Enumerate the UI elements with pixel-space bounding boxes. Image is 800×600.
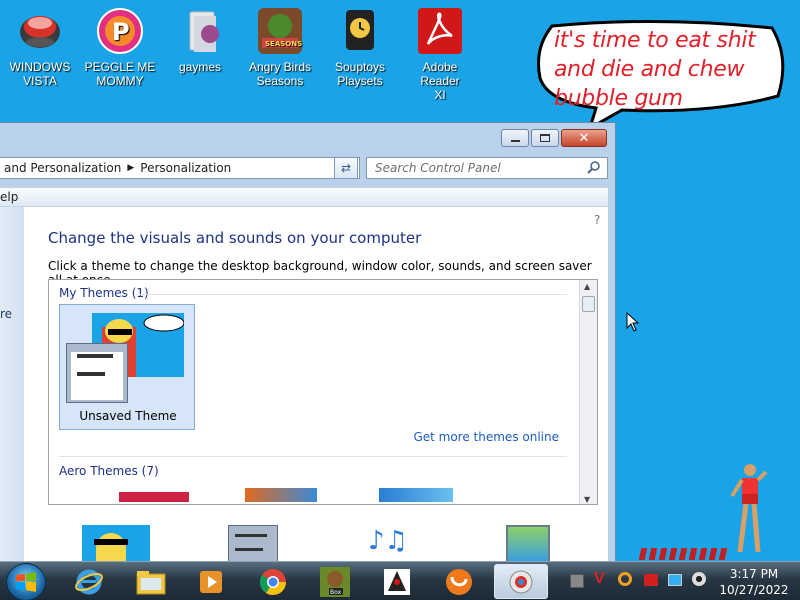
tray-icon-search-icon[interactable] [618, 572, 632, 586]
taskbar-clock[interactable]: 3:17 PM 10/27/2022 [712, 566, 796, 598]
dancer-figure-image [730, 464, 768, 553]
desktop-icon-label: WINDOWS VISTA [9, 60, 71, 88]
desktop-icon-windows-vista[interactable]: WINDOWS VISTA [2, 6, 78, 88]
adobe-reader-icon [416, 6, 464, 56]
control-panel-window: ✕ and Personalization ▶ Personalization … [0, 122, 616, 563]
maximize-icon [540, 134, 550, 142]
windows-start-icon [16, 572, 36, 592]
breadcrumb-item[interactable]: and Personalization [4, 161, 121, 175]
svg-text:P: P [112, 18, 130, 46]
scroll-up-icon[interactable]: ▲ [584, 282, 590, 291]
desktop-background-icon[interactable] [82, 525, 150, 563]
theme-tile-unsaved[interactable]: Unsaved Theme [59, 304, 195, 430]
svg-text:SEASONS: SEASONS [265, 40, 302, 48]
vista-orb-icon [16, 6, 64, 56]
media-player-icon [200, 570, 222, 593]
group-label-aero-themes: Aero Themes (7) [59, 464, 159, 478]
internet-explorer-icon [75, 569, 103, 594]
window-color-icon[interactable] [228, 525, 278, 563]
clock-date: 10/27/2022 [719, 583, 789, 597]
animated-figure [726, 462, 774, 562]
taskbar-control-panel[interactable] [494, 564, 548, 599]
speech-bubble: it's time to eat shit and die and chew b… [532, 18, 788, 130]
desktop-icon-peggle[interactable]: P PEGGLE ME MOMMY [82, 6, 158, 88]
taskbar-media-player[interactable] [186, 564, 236, 599]
group-divider [139, 294, 567, 295]
theme-window-preview [66, 343, 128, 403]
java-duke-icon [384, 568, 410, 595]
tray-icon-display-icon[interactable] [668, 574, 682, 586]
aero-theme-thumb[interactable] [245, 488, 317, 502]
group-label-my-themes: My Themes (1) [59, 286, 149, 300]
breadcrumb-separator-icon[interactable]: ▶ [127, 163, 134, 173]
taskbar-internet-explorer[interactable] [64, 564, 114, 599]
svg-text:Box: Box [330, 589, 342, 596]
tray-icon-puzzle-icon[interactable] [570, 574, 584, 588]
menu-bar: elp [0, 187, 608, 207]
start-button[interactable] [6, 563, 46, 600]
souptoys-icon [336, 6, 384, 56]
control-panel-personalization-icon [509, 570, 533, 593]
taskbar-java[interactable] [372, 564, 422, 599]
taskbar-chrome[interactable] [248, 564, 298, 599]
group-divider [59, 456, 567, 457]
left-pane-link[interactable]: re [0, 307, 12, 321]
chrome-icon [259, 568, 287, 595]
speech-bubble-text: it's time to eat shit and die and chew b… [554, 28, 756, 111]
file-explorer-icon [136, 570, 166, 594]
desktop-decoration-text [638, 548, 728, 560]
theme-name: Unsaved Theme [79, 409, 177, 423]
desktop-icon-label: PEGGLE ME MOMMY [84, 60, 156, 88]
aero-theme-thumb[interactable] [379, 488, 453, 502]
taskbar-uc-browser[interactable] [434, 564, 484, 599]
tray-icon-antivirus-icon[interactable]: V [594, 570, 605, 588]
scrollbar-thumb[interactable] [582, 296, 595, 312]
tray-icon-flag-icon[interactable] [644, 574, 658, 586]
sounds-icon[interactable]: ♪♫ [368, 525, 418, 563]
mouse-cursor-icon [626, 311, 640, 335]
maximize-button[interactable] [531, 129, 559, 147]
search-input[interactable]: Search Control Panel [366, 157, 608, 179]
themes-list: My Themes (1) Unsaved Theme Get more the… [48, 279, 598, 505]
get-more-themes-link[interactable]: Get more themes online [413, 430, 559, 444]
clock-time: 3:17 PM [729, 567, 779, 581]
close-icon: ✕ [578, 130, 590, 146]
desktop-icon-label: gaymes [178, 60, 222, 74]
menu-help[interactable]: elp [0, 190, 18, 204]
taskbar-box-game[interactable]: Box [310, 564, 360, 599]
help-icon[interactable]: ? [594, 213, 600, 227]
search-icon[interactable] [587, 160, 601, 177]
themes-scrollbar[interactable]: ▲ ▼ [579, 280, 597, 504]
address-bar[interactable]: and Personalization ▶ Personalization ▼ [0, 157, 360, 179]
aero-theme-thumb[interactable] [119, 492, 189, 502]
desktop-icon-label: Adobe Reader XI [420, 60, 460, 102]
screen-saver-icon[interactable] [506, 525, 550, 563]
box-game-icon: Box [320, 566, 350, 597]
desktop-icon-adobe-reader[interactable]: Adobe Reader XI [402, 6, 478, 102]
desktop-icon-gaymes[interactable]: gaymes [162, 6, 238, 74]
search-placeholder: Search Control Panel [375, 161, 501, 175]
minimize-icon [510, 139, 520, 142]
close-button[interactable]: ✕ [561, 129, 607, 147]
desktop-icon-label: Angry Birds Seasons [248, 60, 312, 88]
content-area: re ? Change the visuals and sounds on yo… [0, 207, 608, 563]
peggle-icon: P [96, 6, 144, 56]
window-controls: ✕ [501, 129, 607, 147]
folder-icon [176, 6, 224, 56]
taskbar-file-explorer[interactable] [126, 564, 176, 599]
minimize-button[interactable] [501, 129, 529, 147]
tray-icon-volume-icon[interactable] [692, 572, 706, 586]
uc-browser-icon [446, 568, 472, 595]
scroll-down-icon[interactable]: ▼ [584, 495, 590, 504]
desktop-icon-souptoys[interactable]: Souptoys Playsets [322, 6, 398, 88]
angry-birds-icon: SEASONS [256, 6, 304, 56]
breadcrumb-item[interactable]: Personalization [140, 161, 231, 175]
left-pane: re [0, 207, 24, 563]
refresh-icon: ⇄ [340, 161, 352, 175]
page-title: Change the visuals and sounds on your co… [48, 229, 422, 247]
desktop-icon-label: Souptoys Playsets [334, 60, 386, 88]
taskbar: Box V 3:17 PM 10/27/2022 [0, 561, 800, 600]
refresh-button[interactable]: ⇄ [334, 157, 358, 179]
desktop-icon-angry-birds[interactable]: SEASONS Angry Birds Seasons [242, 6, 318, 88]
